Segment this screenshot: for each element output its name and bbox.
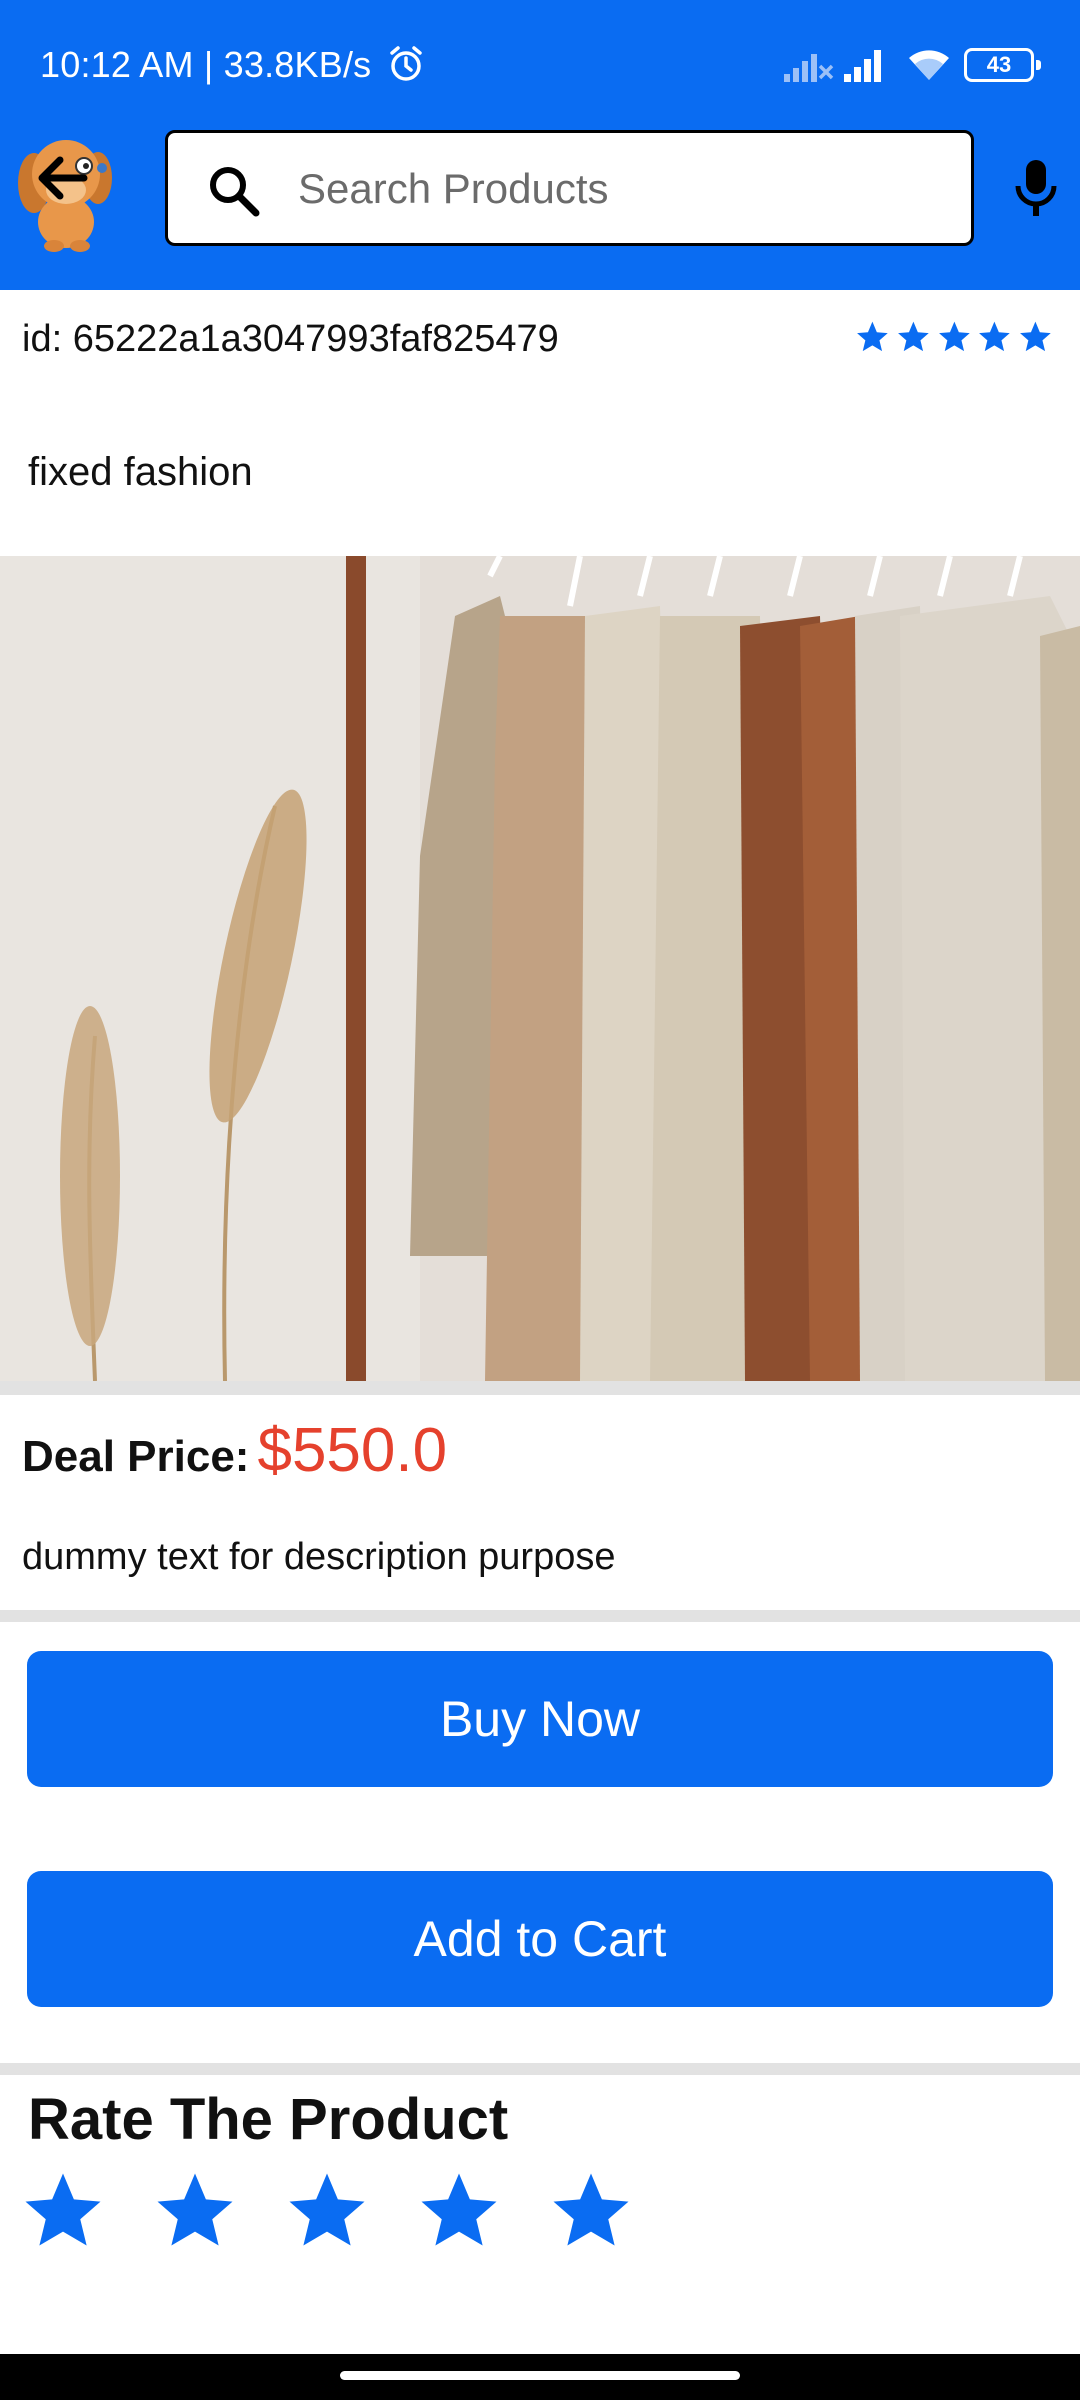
system-nav-bar (0, 2354, 1080, 2400)
star-icon (979, 321, 1011, 352)
alarm-icon (390, 46, 422, 81)
microphone-icon[interactable] (1010, 158, 1062, 218)
search-input[interactable] (298, 159, 938, 219)
star-icon (857, 321, 888, 352)
product-description: dummy text for description purpose (22, 1536, 616, 1578)
star-icon[interactable] (282, 2166, 372, 2256)
product-id: id: 65222a1a3047993faf825479 (22, 318, 559, 360)
add-to-cart-button[interactable]: Add to Cart (27, 1871, 1053, 2007)
status-time: 10:12 AM | 33.8KB/s (40, 44, 372, 85)
deal-price-value: $550.0 (257, 1416, 448, 1485)
star-icon[interactable] (414, 2166, 504, 2256)
deal-price: Deal Price: $550.0 (22, 1415, 447, 1486)
signal-icon (844, 50, 881, 82)
star-icon[interactable] (150, 2166, 240, 2256)
product-image[interactable] (0, 556, 1080, 1381)
back-button[interactable] (14, 128, 118, 254)
star-icon (1020, 321, 1051, 352)
divider (0, 1610, 1080, 1622)
divider (0, 2063, 1080, 2075)
search-bar[interactable] (165, 130, 974, 246)
battery-level: 43 (986, 52, 1012, 77)
wifi-icon (909, 50, 949, 80)
star-icon[interactable] (18, 2166, 108, 2256)
deal-price-label: Deal Price: (22, 1432, 250, 1481)
app-header: 10:12 AM | 33.8KB/s 43 (0, 0, 1080, 290)
star-icon (897, 321, 929, 352)
signal-off-icon (784, 54, 834, 82)
home-gesture-bar[interactable] (340, 2371, 740, 2380)
search-icon[interactable] (206, 163, 262, 219)
divider (0, 1381, 1080, 1395)
battery-icon: 43 (964, 48, 1041, 82)
star-icon (938, 321, 970, 352)
dog-logo (18, 140, 112, 252)
product-name: fixed fashion (28, 450, 253, 494)
rate-product-stars[interactable] (18, 2166, 636, 2266)
star-icon[interactable] (546, 2166, 636, 2256)
status-bar: 10:12 AM | 33.8KB/s 43 (0, 0, 1080, 130)
rate-product-title: Rate The Product (28, 2087, 509, 2152)
buy-now-button[interactable]: Buy Now (27, 1651, 1053, 1787)
product-rating (854, 318, 1054, 358)
